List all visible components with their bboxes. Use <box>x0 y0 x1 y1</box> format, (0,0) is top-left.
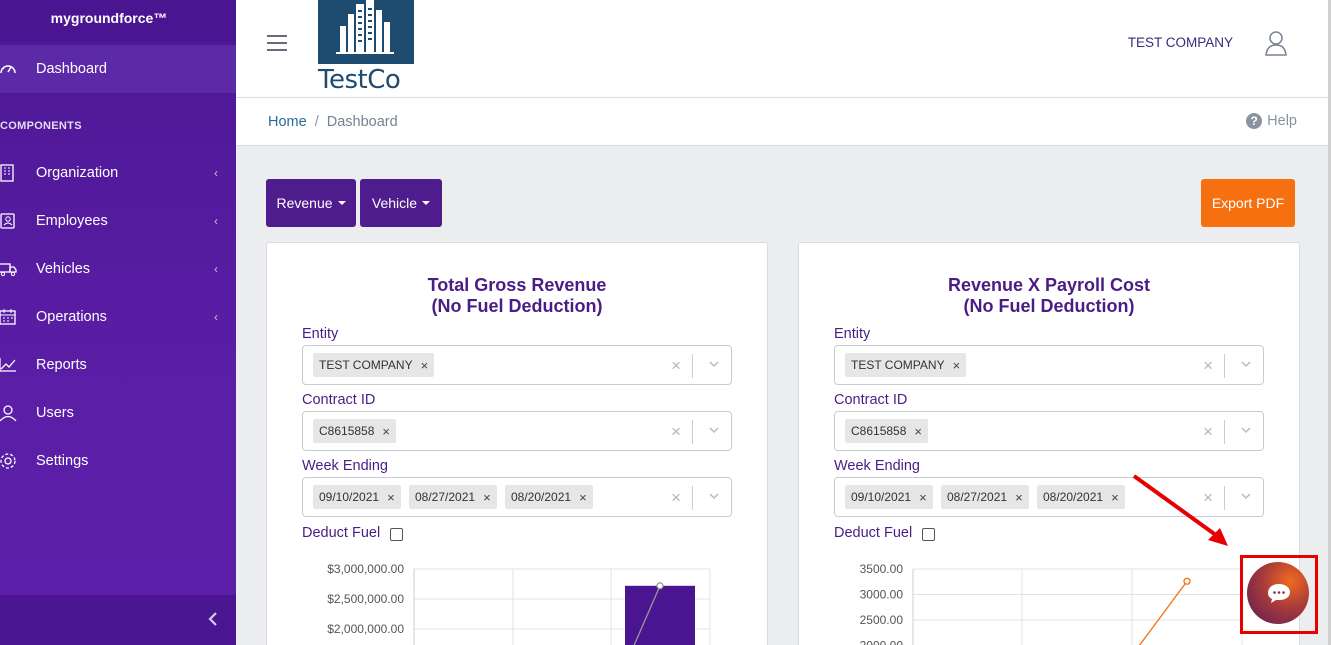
top-header: TestCo TEST COMPANY <box>236 0 1331 98</box>
user-icon <box>0 405 17 422</box>
vehicle-dropdown-button[interactable]: Vehicle <box>360 179 442 227</box>
sidebar-item-label: Reports <box>36 357 87 373</box>
sidebar: mygroundforce™ Dashboard COMPONENTS Orga… <box>0 0 236 645</box>
annotation-arrow <box>1132 474 1228 546</box>
logo-text: TestCo <box>318 65 401 95</box>
building-icon <box>0 164 14 182</box>
sidebar-item-dashboard[interactable]: Dashboard <box>0 45 236 93</box>
revenue-dropdown-button[interactable]: Revenue <box>266 179 356 227</box>
y-tick-label: 3000.00 <box>860 588 904 602</box>
sidebar-item-organization[interactable]: Organization ‹ <box>0 149 236 197</box>
y-tick-label: $2,000,000.00 <box>327 622 404 636</box>
y-tick-label: 2000.00 <box>860 639 904 645</box>
brand-name: mygroundforce™ <box>50 10 168 26</box>
payroll-chart: 3500.00 3000.00 2500.00 2000.00 <box>860 562 1243 645</box>
calendar-icon <box>0 309 16 325</box>
y-tick-label: $3,000,000.00 <box>327 562 404 576</box>
chat-widget-button[interactable] <box>1247 562 1309 624</box>
chart-bar <box>625 585 695 645</box>
breadcrumb: Home / Dashboard <box>268 114 398 130</box>
help-icon: ? <box>1246 113 1263 129</box>
chart-line-icon <box>0 358 16 372</box>
breadcrumb-home-link[interactable]: Home <box>268 114 307 130</box>
chart-series-line <box>1138 580 1188 645</box>
revenue-chart: $3,000,000.00 $2,500,000.00 $2,000,000.00 <box>327 562 711 645</box>
breadcrumb-separator: / <box>314 114 319 130</box>
help-label: Help <box>1267 113 1297 129</box>
sidebar-item-settings[interactable]: Settings <box>0 437 236 485</box>
sidebar-item-label: Organization <box>36 165 119 181</box>
breadcrumb-bar: Home / Dashboard ? Help <box>236 98 1331 146</box>
contact-card-icon <box>0 213 15 229</box>
hamburger-menu-icon[interactable] <box>267 35 287 51</box>
sidebar-item-label: Employees <box>36 213 108 229</box>
user-avatar-icon[interactable] <box>1265 30 1287 56</box>
sidebar-item-users[interactable]: Users <box>0 389 236 437</box>
help-link[interactable]: ? Help <box>1246 113 1297 129</box>
brand[interactable]: mygroundforce™ <box>0 0 236 42</box>
sidebar-section-title: COMPONENTS <box>0 120 82 132</box>
truck-icon <box>0 263 17 277</box>
sidebar-minimize-toggle[interactable] <box>0 595 236 645</box>
sidebar-item-label: Operations <box>36 309 107 325</box>
revenue-payroll-card: Revenue X Payroll Cost (No Fuel Deductio… <box>798 242 1300 645</box>
chevron-left-icon: ‹ <box>214 310 218 324</box>
chart-point <box>656 582 664 590</box>
company-logo: TestCo <box>318 0 414 98</box>
breadcrumb-current: Dashboard <box>326 114 398 130</box>
chat-bubble-icon <box>1268 584 1290 603</box>
caret-down-icon <box>422 201 431 205</box>
y-tick-label: 2500.00 <box>860 613 904 627</box>
company-name[interactable]: TEST COMPANY <box>1128 35 1233 50</box>
gear-icon <box>0 453 16 469</box>
chart-point <box>1183 577 1191 585</box>
y-tick-label: $2,500,000.00 <box>327 592 404 606</box>
total-gross-revenue-card: Total Gross Revenue (No Fuel Deduction) … <box>266 242 768 645</box>
sidebar-item-label: Vehicles <box>36 261 91 277</box>
vehicle-button-label: Vehicle <box>371 195 418 211</box>
y-tick-label: 3500.00 <box>860 562 904 576</box>
chevron-left-icon: ‹ <box>214 214 218 228</box>
sidebar-item-vehicles[interactable]: Vehicles ‹ <box>0 245 236 293</box>
chevron-left-icon <box>208 612 217 626</box>
sidebar-item-reports[interactable]: Reports <box>0 341 236 389</box>
sidebar-item-label: Users <box>36 405 74 421</box>
chevron-left-icon: ‹ <box>214 262 218 276</box>
sidebar-item-operations[interactable]: Operations ‹ <box>0 293 236 341</box>
sidebar-item-employees[interactable]: Employees ‹ <box>0 197 236 245</box>
sidebar-item-label: Dashboard <box>36 61 107 77</box>
caret-down-icon <box>337 201 346 205</box>
speedometer-icon <box>0 65 16 74</box>
chevron-left-icon: ‹ <box>214 166 218 180</box>
export-pdf-button[interactable]: Export PDF <box>1201 179 1295 227</box>
revenue-button-label: Revenue <box>276 195 333 211</box>
sidebar-item-label: Settings <box>36 453 89 469</box>
